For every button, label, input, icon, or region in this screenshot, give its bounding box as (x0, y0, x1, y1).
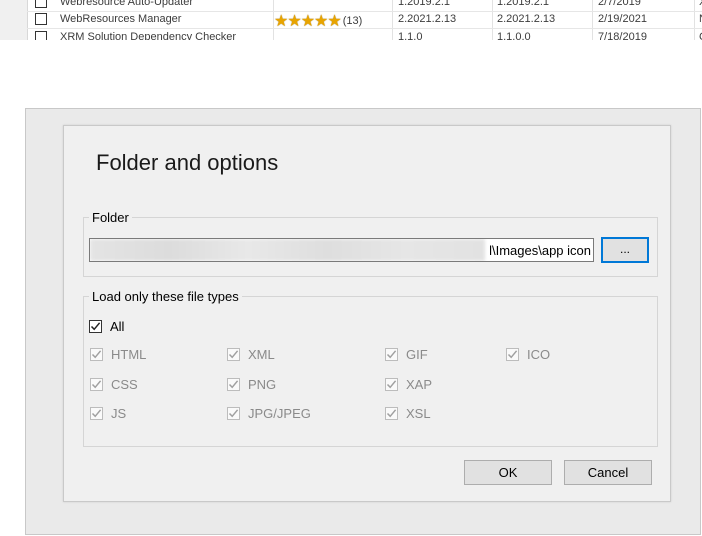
row-checkbox[interactable] (35, 13, 47, 25)
star-rating-icon: ★★★★★ (274, 13, 342, 30)
plugin-name: XRM Solution Dependency Checker (60, 31, 237, 40)
plugin-available-version: 2.2021.2.13 (497, 13, 556, 25)
checkbox-checked-icon (385, 378, 398, 391)
rating-count: (13) (342, 15, 363, 27)
checkbox-gif[interactable]: GIF (385, 347, 428, 362)
checkbox-xap[interactable]: XAP (385, 377, 432, 392)
checkbox-xml[interactable]: XML (227, 347, 275, 362)
file-type-label: XML (248, 347, 275, 362)
file-type-label: CSS (111, 377, 138, 392)
checkbox-js[interactable]: JS (90, 406, 126, 421)
plugin-available-version: 1.2019.2.1 (497, 0, 549, 8)
plugin-version: 2.2021.2.13 (398, 13, 457, 25)
checkbox-png[interactable]: PNG (227, 377, 276, 392)
list-item[interactable]: WebResources Manager ★★★★★ (13) 2.2021.2.… (27, 11, 702, 31)
checkbox-all-label: All (110, 319, 125, 334)
plugin-list: Webresource Auto-Updater 1.2019.2.1 1.20… (0, 0, 702, 40)
checkbox-html[interactable]: HTML (90, 347, 146, 362)
plugin-name: Webresource Auto-Updater (60, 0, 194, 8)
plugin-version: 1.1.0 (398, 31, 423, 40)
folder-path-input[interactable]: l\Images\app icon (89, 238, 594, 262)
dialog-title: Folder and options (96, 150, 279, 175)
checkbox-jpg-jpeg[interactable]: JPG/JPEG (227, 406, 311, 421)
checkbox-ico[interactable]: ICO (506, 347, 550, 362)
plugin-date: 2/7/2019 (598, 0, 641, 8)
plugin-rating: ★★★★★ (13) (274, 11, 362, 31)
browse-folder-button[interactable]: ... (601, 237, 649, 263)
file-type-label: JPG/JPEG (248, 406, 311, 421)
checkbox-checked-icon (90, 407, 103, 420)
checkbox-xsl[interactable]: XSL (385, 406, 431, 421)
file-type-label: ICO (527, 347, 551, 362)
file-type-label: XAP (406, 377, 433, 392)
folder-path-value: l\Images\app icon (489, 243, 591, 258)
folder-group-legend: Folder (92, 210, 129, 225)
checkbox-checked-icon (385, 407, 398, 420)
plugin-available-version: 1.1.0.0 (497, 31, 531, 40)
checkbox-checked-icon (227, 378, 240, 391)
file-type-label: GIF (406, 347, 428, 362)
checkbox-checked-icon (227, 407, 240, 420)
file-type-label: PNG (248, 377, 277, 392)
row-checkbox[interactable] (35, 0, 47, 8)
checkbox-checked-icon (90, 348, 103, 361)
checkbox-checked-icon (89, 320, 102, 333)
checkbox-checked-icon (506, 348, 519, 361)
ok-button[interactable]: OK (464, 460, 552, 485)
file-type-label: HTML (111, 347, 147, 362)
file-type-label: XSL (406, 406, 431, 421)
plugin-date: 7/18/2019 (598, 31, 647, 40)
file-types-group: Load only these file types (83, 289, 658, 447)
cancel-button[interactable]: Cancel (564, 460, 652, 485)
list-row-header (0, 0, 28, 40)
plugin-date: 2/19/2021 (598, 13, 647, 25)
checkbox-checked-icon (227, 348, 240, 361)
checkbox-css[interactable]: CSS (90, 377, 138, 392)
redacted-path-segment (90, 239, 485, 261)
row-checkbox[interactable] (35, 31, 47, 40)
file-types-group-legend: Load only these file types (92, 289, 239, 304)
list-item[interactable]: XRM Solution Dependency Checker 1.1.0 1.… (27, 29, 702, 40)
checkbox-all[interactable]: All (89, 319, 124, 334)
folder-options-dialog: Folder and options Folder l\Images\app i… (63, 125, 671, 502)
checkbox-checked-icon (385, 348, 398, 361)
file-type-label: JS (111, 406, 127, 421)
plugin-name: WebResources Manager (60, 13, 182, 25)
plugin-version: 1.2019.2.1 (398, 0, 450, 8)
checkbox-checked-icon (90, 378, 103, 391)
